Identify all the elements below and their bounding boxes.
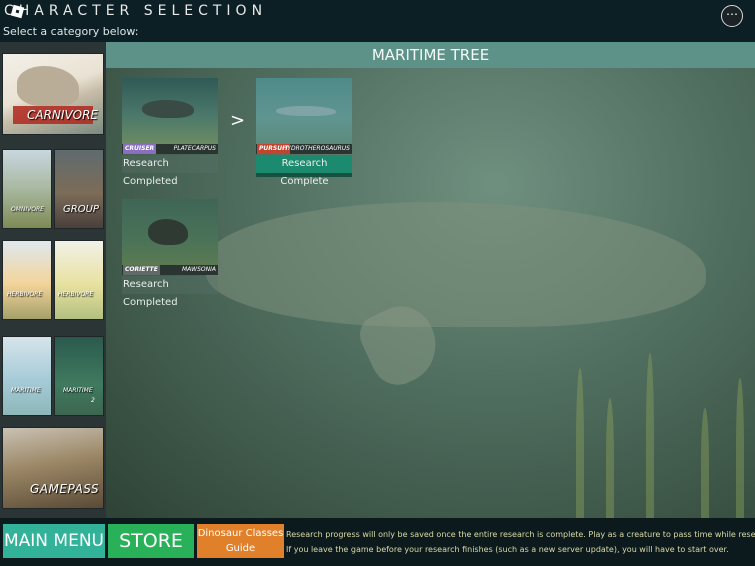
category-prompt: Select a category below: bbox=[3, 25, 139, 38]
creature-image bbox=[256, 78, 352, 144]
seaweed bbox=[606, 398, 614, 518]
guide-label-line1: Dinosaur Classes bbox=[197, 528, 284, 539]
category-label: HERBIVORE bbox=[58, 291, 94, 298]
research-status: Research Completed bbox=[122, 276, 218, 308]
category-maritime-2[interactable]: MARITIME 2 bbox=[54, 336, 104, 416]
creature-tag: CORIETTE MAWSONIA bbox=[122, 265, 218, 275]
classes-guide-button[interactable]: Dinosaur Classes Guide bbox=[197, 524, 284, 558]
creature-name: PLATECARPUS bbox=[173, 145, 216, 152]
category-label: GAMEPASS bbox=[30, 482, 100, 496]
tree-node-mawsonia[interactable]: CORIETTE MAWSONIA Research Completed bbox=[122, 199, 218, 308]
main-menu-button[interactable]: MAIN MENU bbox=[3, 524, 105, 558]
tree-title: MARITIME TREE bbox=[106, 42, 755, 68]
category-group[interactable]: GROUP bbox=[54, 149, 104, 229]
category-maritime[interactable]: MARITIME bbox=[2, 336, 52, 416]
creature-image bbox=[122, 78, 218, 144]
seaweed bbox=[646, 353, 654, 518]
category-herbivore-2[interactable]: HERBIVORE bbox=[54, 240, 104, 320]
notice-line-2: If you leave the game before your resear… bbox=[286, 545, 729, 554]
tree-node-platecarpus[interactable]: CRUISER PLATECARPUS Research Completed bbox=[122, 78, 218, 187]
class-badge: CORIETTE bbox=[123, 265, 160, 275]
category-label: GROUP bbox=[63, 204, 99, 215]
creature-tag: CRUISER PLATECARPUS bbox=[122, 144, 218, 154]
tree-node-hydrotherosaurus[interactable]: PURSUIT HYDROTHEROSAURUS Research Comple… bbox=[256, 78, 352, 187]
creature-tag: PURSUIT HYDROTHEROSAURUS bbox=[256, 144, 352, 154]
dinosaur-image bbox=[17, 66, 79, 106]
research-notice: Research progress will only be saved onc… bbox=[286, 527, 755, 557]
notice-line-1: Research progress will only be saved onc… bbox=[286, 530, 755, 539]
seaweed bbox=[736, 378, 744, 518]
top-bar: CHARACTER SELECTION Select a category be… bbox=[0, 0, 755, 42]
category-label: OMNIVORE bbox=[11, 206, 44, 213]
category-carnivore[interactable]: CARNIVORE bbox=[2, 53, 104, 135]
bottom-bar: MAIN MENU STORE Dinosaur Classes Guide R… bbox=[0, 518, 755, 566]
research-status: Research Completed bbox=[122, 155, 218, 187]
category-label: HERBIVORE bbox=[7, 291, 43, 298]
guide-label-line2: Guide bbox=[225, 543, 256, 554]
class-badge: CRUISER bbox=[123, 144, 157, 154]
more-options-icon[interactable]: ⋯ bbox=[721, 5, 743, 27]
research-status: Research Complete bbox=[256, 155, 352, 187]
category-sidebar: CARNIVORE OMNIVORE GROUP HERBIVORE HERBI… bbox=[0, 42, 106, 518]
creature-name: HYDROTHEROSAURUS bbox=[282, 145, 350, 152]
category-omnivore[interactable]: OMNIVORE bbox=[2, 149, 52, 229]
category-number: 2 bbox=[91, 397, 95, 404]
seaweed bbox=[576, 368, 584, 518]
seaweed bbox=[701, 408, 709, 518]
store-button[interactable]: STORE bbox=[108, 524, 194, 558]
category-gamepass[interactable]: GAMEPASS bbox=[2, 427, 104, 509]
tree-arrow: > bbox=[230, 110, 246, 131]
category-label: MARITIME bbox=[11, 387, 41, 394]
background-creature bbox=[206, 202, 706, 327]
page-title: CHARACTER SELECTION bbox=[4, 3, 268, 19]
category-label: CARNIVORE bbox=[27, 108, 99, 122]
creature-image bbox=[122, 199, 218, 265]
category-herbivore[interactable]: HERBIVORE bbox=[2, 240, 52, 320]
status-underline bbox=[256, 173, 352, 177]
category-label: MARITIME bbox=[63, 387, 93, 394]
creature-name: MAWSONIA bbox=[181, 266, 216, 273]
research-tree-panel: MARITIME TREE CRUISER PLATECARPUS Resear… bbox=[106, 42, 755, 518]
